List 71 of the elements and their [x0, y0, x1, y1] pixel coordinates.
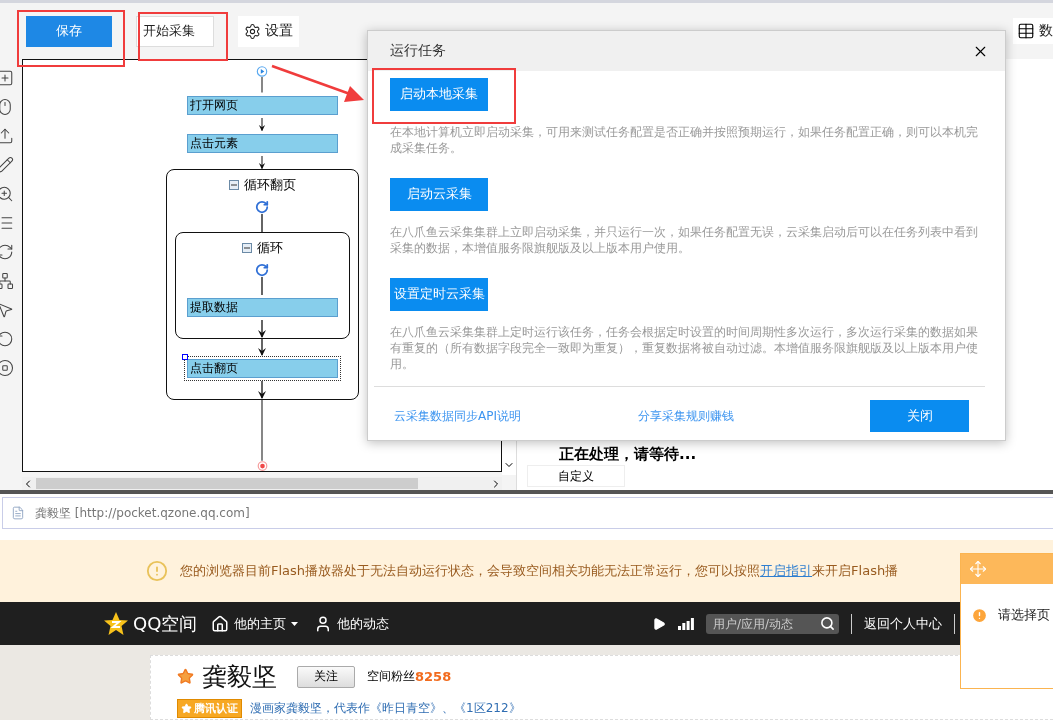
star-icon — [181, 703, 192, 714]
custom-tab[interactable]: 自定义 — [527, 465, 625, 487]
connector-arrow — [257, 320, 267, 339]
refresh-icon[interactable] — [0, 243, 14, 261]
fans-count: 8258 — [415, 669, 452, 684]
action-node[interactable]: 点击翻页 — [186, 359, 338, 379]
toolbar-label: 数 — [1039, 22, 1053, 40]
home-icon — [211, 614, 230, 633]
scroll-thumb[interactable] — [36, 478, 418, 489]
address-bar[interactable]: 龚毅坚 [http://pocket.qzone.qq.com] — [2, 497, 1053, 529]
loop-icon — [255, 263, 269, 278]
upload-icon[interactable] — [0, 127, 14, 145]
connector-arrow — [257, 381, 267, 400]
pencil-icon[interactable] — [0, 156, 14, 174]
loop-label: 循环 — [256, 239, 283, 258]
hierarchy-icon[interactable] — [0, 272, 14, 290]
caret-icon — [291, 621, 299, 626]
dialog-title: 运行任务 — [390, 42, 446, 60]
profile-bio: 漫画家龚毅坚，代表作《昨日青空》、《1区212》 — [250, 700, 521, 717]
play-icon[interactable] — [652, 616, 666, 631]
loop-icon — [255, 200, 269, 215]
horizontal-scrollbar[interactable] — [22, 477, 502, 490]
nav-link[interactable]: 他的主页 — [211, 614, 299, 633]
warning-icon — [971, 606, 988, 624]
option-description: 在八爪鱼云采集集群上定时运行该任务，任务会根据定时设置的时间周期性多次运行，多次运行采集的数据如果有重复的（所有数据字段完全一致即为重复），重复数据将被自动过滤。本增值服务限旗舰版及以上版本用户使用。 — [390, 324, 979, 372]
option-description: 在八爪鱼云采集集群上立即启动采集，并只运行一次，如果任务配置无误，云采集启动后可以在任务列表中看到采集的数据，本增值服务限旗舰版及以上版本用户使用。 — [390, 224, 979, 256]
collapse-icon[interactable] — [228, 180, 239, 191]
connector-arrow — [257, 339, 267, 357]
pointer-icon[interactable] — [0, 301, 14, 319]
action-node[interactable]: 提取数据 — [186, 298, 338, 318]
resize-handle[interactable] — [181, 354, 188, 361]
address-text: 龚毅坚 [http://pocket.qzone.qq.com] — [35, 504, 250, 522]
zoom-icon[interactable] — [0, 185, 14, 203]
verified-badge: 腾讯认证 — [177, 699, 242, 718]
back-link[interactable]: 返回个人中心 — [864, 614, 942, 633]
mouse-icon[interactable] — [0, 98, 14, 116]
action-node[interactable]: 打开网页 — [186, 95, 338, 115]
site-logo-text[interactable]: QQ空间 — [133, 611, 198, 636]
signal-bars-icon[interactable] — [678, 617, 694, 630]
list-icon[interactable] — [0, 214, 14, 232]
start-icon — [255, 66, 269, 77]
table-icon[interactable] — [1017, 22, 1035, 40]
processing-status: 正在处理，请等待... — [559, 445, 697, 464]
settings-button[interactable]: 设置 — [238, 15, 299, 47]
connector-arrow — [257, 155, 267, 170]
flash-notice: 您的浏览器目前Flash播放器处于无法自动运行状态，会导致空间相关功能无法正常运行，您可以按照开启指引来开启Flash播 — [180, 562, 899, 580]
action-node[interactable]: 点击元素 — [186, 133, 338, 153]
start-button[interactable]: 开始采集 — [136, 15, 214, 47]
warning-icon — [146, 560, 168, 582]
loop-block[interactable]: 循环 提取数据 — [174, 232, 350, 340]
collapse-icon[interactable] — [241, 243, 252, 254]
guide-link[interactable]: 开启指引 — [760, 563, 813, 578]
stop-icon[interactable] — [0, 359, 14, 377]
settings-icon — [244, 22, 261, 40]
search-field[interactable]: 用户/应用/动态 — [706, 613, 839, 634]
search-icon[interactable] — [820, 616, 835, 631]
profile-name: 龚毅坚 — [202, 661, 277, 693]
loop-label: 循环翻页 — [243, 176, 296, 195]
save-button[interactable]: 保存 — [26, 15, 112, 47]
popup-message: 请选择页 — [998, 606, 1050, 624]
nav-link[interactable]: 他的动态 — [314, 614, 390, 633]
follow-button[interactable]: 关注 — [297, 665, 355, 688]
connector-arrow — [257, 117, 267, 131]
star-logo-icon[interactable] — [103, 611, 129, 636]
loop-block[interactable]: 循环翻页 循环 提取数据 点击翻页 — [165, 169, 359, 401]
option-description: 在本地计算机立即启动采集，可用来测试任务配置是否正确并按照预期运行，如果任务配置正确，则可以本机完成采集任务。 — [390, 124, 979, 156]
add-icon[interactable] — [0, 69, 14, 87]
rotate-icon[interactable] — [0, 330, 14, 348]
page-icon — [11, 506, 25, 520]
fans-label: 空间粉丝 — [367, 668, 415, 685]
star-icon — [177, 668, 194, 685]
